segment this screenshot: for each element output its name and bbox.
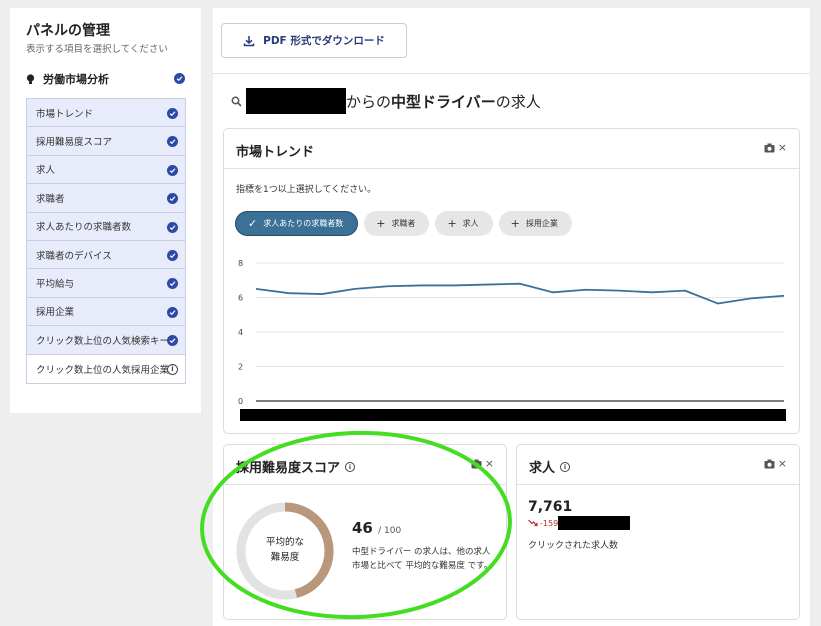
plus-icon: + xyxy=(510,216,520,230)
sidebar-item-label: クリック数上位の人気検索キー xyxy=(36,335,170,347)
y-tick-label: 0 xyxy=(238,397,243,406)
check-icon[interactable] xyxy=(167,164,178,176)
y-tick-label: 6 xyxy=(238,294,243,303)
card-title: 求人 xyxy=(529,461,556,476)
sidebar-item[interactable]: 採用難易度スコア xyxy=(27,127,185,156)
score-max: / 100 xyxy=(378,526,402,536)
check-icon[interactable] xyxy=(174,73,185,84)
sidebar-item[interactable]: 求人 xyxy=(27,155,185,185)
sidebar-item-label: 求職者 xyxy=(36,193,65,205)
plus-icon: + xyxy=(376,216,386,230)
heading-keyword: 中型ドライバー xyxy=(391,92,496,111)
page-heading: からの 中型ドライバー の求人 xyxy=(231,88,541,114)
trend-line-chart: 0 2 4 6 8 xyxy=(238,259,786,421)
donut-line-1: 平均的な xyxy=(265,537,304,548)
sidebar-item-label: 市場トレンド xyxy=(36,108,94,120)
main-area: PDF 形式でダウンロード からの 中型ドライバー の求人 市場トレンド × 指… xyxy=(213,8,810,626)
sidebar-item[interactable]: 市場トレンド xyxy=(27,99,185,128)
metric-hint: 指標を1つ以上選択してください。 xyxy=(236,185,377,195)
check-icon[interactable] xyxy=(167,193,178,205)
market-trend-card: 市場トレンド × 指標を1つ以上選択してください。 ✓ 求人あたりの求職者数 + 求職… xyxy=(223,128,800,434)
toolbar: PDF 形式でダウンロード xyxy=(213,8,810,74)
plus-icon: + xyxy=(447,216,457,230)
score-number: 46 xyxy=(352,519,373,537)
metric-chip[interactable]: ✓ 求人あたりの求職者数 xyxy=(235,211,359,236)
sidebar-item[interactable]: 求人あたりの求職者数 xyxy=(27,212,185,241)
sidebar-title: パネルの管理 xyxy=(26,23,110,39)
sidebar-item-label: 求職者のデバイス xyxy=(36,250,112,262)
sidebar-item[interactable]: クリック数上位の人気採用企業 i xyxy=(27,354,185,383)
info-icon[interactable]: i xyxy=(560,461,571,472)
donut-label: 平均的な 難易度 xyxy=(234,535,336,565)
close-icon[interactable]: × xyxy=(778,142,787,153)
redacted-delta xyxy=(558,516,631,530)
metric-chip-label: 採用企業 xyxy=(525,219,558,228)
sidebar-item-label: 求人あたりの求職者数 xyxy=(36,222,132,234)
metric-chip-label: 求人あたりの求職者数 xyxy=(263,219,344,228)
check-icon[interactable] xyxy=(167,278,178,290)
sidebar-item-label: 平均給与 xyxy=(36,279,75,291)
check-icon: ✓ xyxy=(248,216,258,230)
jobs-delta-value: -159 xyxy=(540,518,559,528)
section-labor-market[interactable]: 労働市場分析 xyxy=(26,71,186,87)
y-tick-label: 2 xyxy=(238,363,243,372)
lightbulb-icon xyxy=(26,73,35,84)
check-icon[interactable] xyxy=(167,136,178,148)
info-icon[interactable]: i xyxy=(167,363,178,375)
card-title: 採用難易度スコア xyxy=(236,461,341,476)
metric-chip[interactable]: + 採用企業 xyxy=(498,211,572,236)
sidebar-item[interactable]: 求職者のデバイス xyxy=(27,240,185,270)
sidebar-item-label: 採用難易度スコア xyxy=(36,137,113,149)
sidebar-item-label: 求人 xyxy=(36,165,56,177)
download-pdf-label: PDF 形式でダウンロード xyxy=(263,35,385,47)
close-icon[interactable]: × xyxy=(485,458,494,469)
download-pdf-button[interactable]: PDF 形式でダウンロード xyxy=(221,23,407,58)
jobs-caption: クリックされた求人数 xyxy=(528,541,619,551)
camera-icon[interactable] xyxy=(764,459,775,469)
check-icon[interactable] xyxy=(167,221,178,233)
metric-chip-label: 求人 xyxy=(462,219,479,228)
trend-down-icon xyxy=(528,519,538,527)
series-line xyxy=(255,282,785,305)
sidebar-item[interactable]: 平均給与 xyxy=(27,269,185,298)
sidebar-item[interactable]: クリック数上位の人気検索キー xyxy=(27,326,185,355)
score-value: 46 / 100 xyxy=(352,519,401,537)
card-title: 市場トレンド xyxy=(236,145,315,160)
sidebar-item-label: クリック数上位の人気採用企業 xyxy=(36,364,170,376)
download-icon xyxy=(243,35,255,46)
heading-suffix: の求人 xyxy=(495,92,541,111)
hiring-difficulty-card: 採用難易度スコア i × 平均的な 難易度 46 / 100 中型ドライバー の… xyxy=(223,444,507,620)
score-description: 中型ドライバー の求人は、他の求人市場と比べて 平均的な難易度 です。 xyxy=(352,547,493,571)
sidebar-item[interactable]: 採用企業 xyxy=(27,297,185,327)
info-icon[interactable]: i xyxy=(345,461,356,472)
redacted-x-axis xyxy=(240,409,786,421)
redacted-location xyxy=(246,88,346,114)
check-icon[interactable] xyxy=(167,108,178,119)
panel-item-list: 市場トレンド採用難易度スコア 求人求職者求人あたりの求職者数 求職者のデバイス 平均給… xyxy=(26,98,186,384)
check-icon[interactable] xyxy=(167,306,178,318)
check-icon[interactable] xyxy=(167,249,178,261)
jobs-delta: -159 xyxy=(528,516,631,530)
jobs-count: 7,761 xyxy=(528,499,573,515)
y-tick-label: 8 xyxy=(238,259,243,268)
check-icon[interactable] xyxy=(167,335,178,347)
sidebar-subtitle: 表示する項目を選択してください xyxy=(26,44,168,55)
close-icon[interactable]: × xyxy=(778,458,787,469)
metric-chips: ✓ 求人あたりの求職者数 + 求職者 + 求人 + 採用企業 xyxy=(235,211,572,236)
search-icon xyxy=(231,96,242,107)
donut-line-2: 難易度 xyxy=(270,552,300,563)
metric-chip[interactable]: + 求人 xyxy=(435,211,493,236)
metric-chip-label: 求職者 xyxy=(391,219,416,228)
sidebar-item[interactable]: 求職者 xyxy=(27,184,185,213)
sidebar-item-label: 採用企業 xyxy=(36,307,75,319)
metric-chip[interactable]: + 求職者 xyxy=(364,211,430,236)
camera-icon[interactable] xyxy=(764,143,775,153)
y-tick-label: 4 xyxy=(238,328,243,337)
camera-icon[interactable] xyxy=(471,459,482,469)
panel-manager-sidebar: パネルの管理 表示する項目を選択してください 労働市場分析 市場トレンド採用難易… xyxy=(10,8,201,413)
jobs-card: 求人 i × 7,761 -159 クリックされた求人数 xyxy=(516,444,800,620)
heading-from: からの xyxy=(346,92,392,111)
section-label: 労働市場分析 xyxy=(43,73,109,86)
